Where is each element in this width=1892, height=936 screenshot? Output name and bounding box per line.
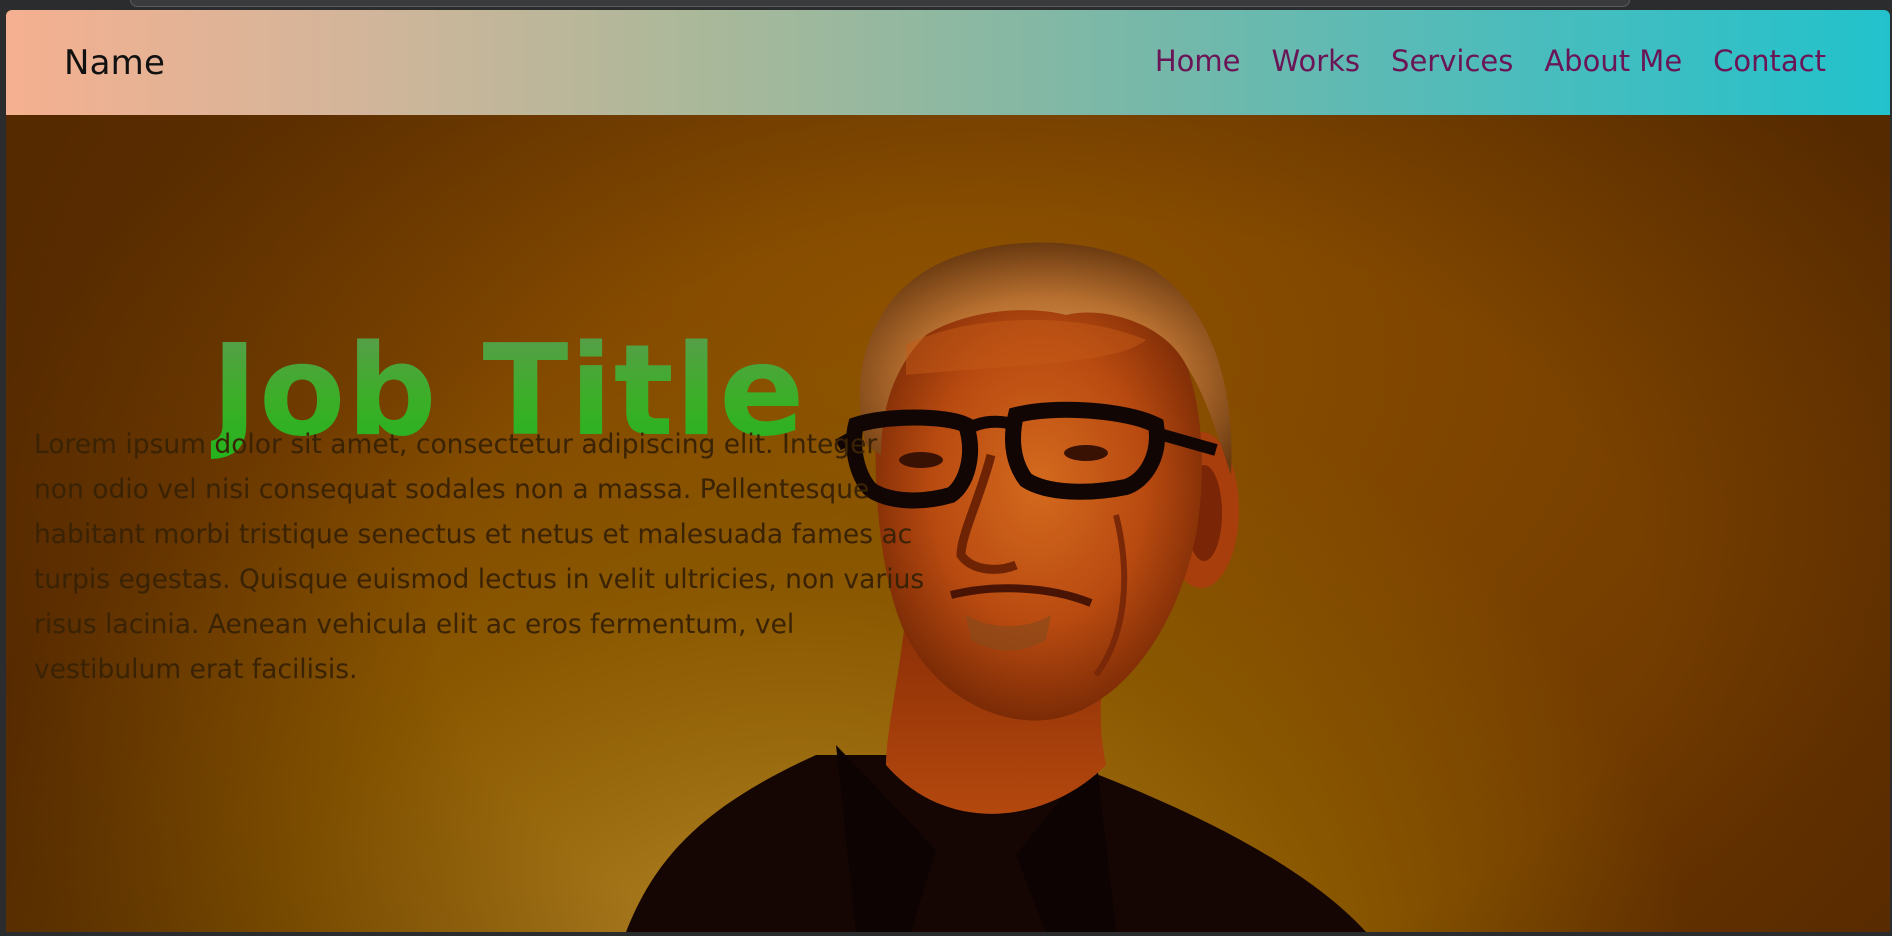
nav-links: Home Works Services About Me Contact	[1155, 44, 1826, 78]
browser-frame: Name Home Works Services About Me Contac…	[0, 0, 1892, 936]
browser-chrome-bar	[130, 0, 1630, 7]
nav-link-services[interactable]: Services	[1391, 44, 1513, 78]
brand-name[interactable]: Name	[64, 43, 165, 83]
nav-link-about-me[interactable]: About Me	[1544, 44, 1682, 78]
navbar: Name Home Works Services About Me Contac…	[6, 10, 1890, 115]
nav-link-home[interactable]: Home	[1155, 44, 1241, 78]
web-page: Name Home Works Services About Me Contac…	[6, 10, 1890, 932]
nav-link-contact[interactable]: Contact	[1713, 44, 1826, 78]
nav-link-works[interactable]: Works	[1272, 44, 1361, 78]
bio-paragraph: Lorem ipsum dolor sit amet, consectetur …	[34, 428, 925, 685]
hero-section: Job Title Lorem ipsum dolor sit amet, co…	[6, 115, 1890, 932]
